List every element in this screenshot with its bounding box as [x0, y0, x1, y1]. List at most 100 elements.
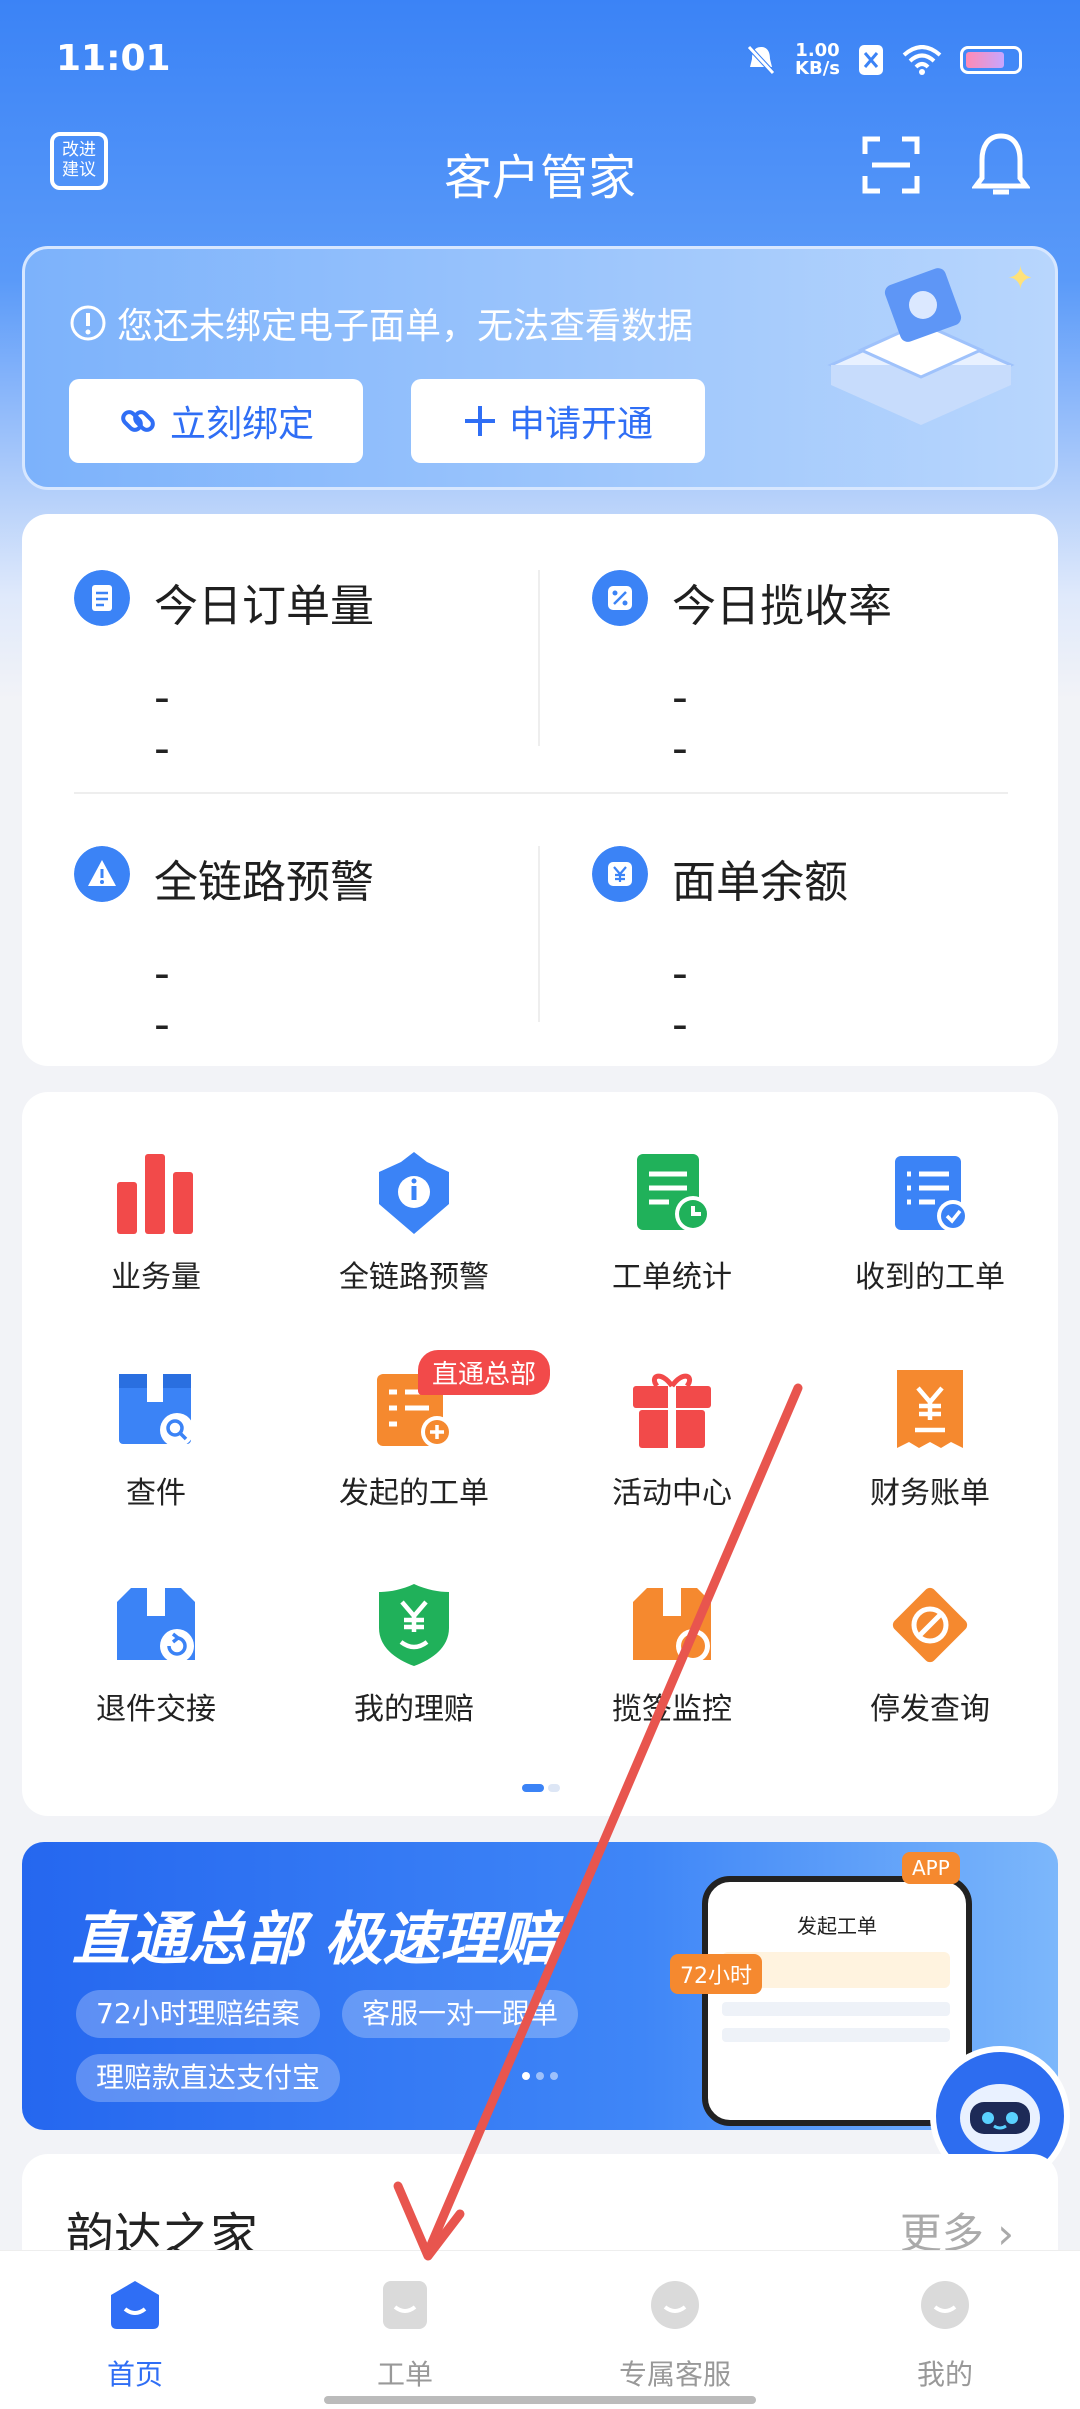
- hq-direct-badge: 直通总部: [418, 1350, 551, 1395]
- grid-label: 收到的工单: [855, 1260, 1005, 1295]
- package-search-icon: [119, 1374, 194, 1447]
- scan-icon[interactable]: [862, 136, 920, 194]
- sim-off-icon: [859, 45, 883, 75]
- tab-profile[interactable]: 我的: [845, 2277, 1045, 2393]
- document-icon: [74, 570, 130, 626]
- apply-open-button[interactable]: 申请开通: [411, 379, 705, 463]
- wifi-icon: [902, 45, 942, 75]
- gift-icon: [633, 1373, 711, 1448]
- tab-home[interactable]: 首页: [35, 2277, 235, 2393]
- mute-bell-icon: [747, 45, 775, 75]
- phone-mockup-title: 发起工单: [797, 1914, 877, 1938]
- grid-item-initiated-workorders[interactable]: 直通总部 发起的工单: [294, 1350, 551, 1564]
- tab-label: 首页: [106, 2358, 163, 2391]
- bind-now-label: 立刻绑定: [169, 404, 314, 445]
- grid-item-full-chain-alert[interactable]: 全链路预警: [294, 1148, 534, 1348]
- phone-mockup: 发起工单: [702, 1876, 972, 2126]
- yuan-icon: [592, 846, 648, 902]
- bind-waybill-card: 您还未绑定电子面单，无法查看数据 立刻绑定 申请开通 ✦: [22, 246, 1058, 490]
- phone-mockup-row: [722, 2028, 950, 2042]
- info-circle-icon: [70, 305, 106, 341]
- banner-pager: [522, 2072, 558, 2080]
- profile-icon: [921, 2281, 969, 2329]
- package-return-icon: [117, 1588, 195, 1663]
- plus-icon: [464, 406, 495, 436]
- tab-workorder[interactable]: 工单: [305, 2277, 505, 2393]
- grid-item-finance-bills[interactable]: 财务账单: [810, 1364, 1050, 1564]
- grid-item-workorder-stats[interactable]: 工单统计: [552, 1148, 792, 1348]
- status-bar: 11:01 1.00 KB/s: [0, 0, 1080, 120]
- banner-chip: 理赔款直达支付宝: [76, 2054, 341, 2102]
- grid-item-business-volume[interactable]: 业务量: [36, 1148, 276, 1348]
- home-indicator: [324, 2396, 756, 2404]
- clipboard-check-icon: [895, 1156, 969, 1232]
- bind-warning-text: 您还未绑定电子面单，无法查看数据: [117, 306, 694, 347]
- apply-open-label: 申请开通: [508, 404, 653, 445]
- grid-item-received-workorders[interactable]: 收到的工单: [810, 1148, 1050, 1348]
- tab-label: 我的: [916, 2358, 973, 2391]
- hours-tag: 72小时: [670, 1954, 762, 1994]
- home-icon: [111, 2281, 159, 2329]
- app-header: 改进 建议 客户管家: [0, 120, 1080, 220]
- stat-value: --: [672, 672, 694, 774]
- grid-item-activity-center[interactable]: 活动中心: [552, 1364, 792, 1564]
- stat-value: --: [154, 948, 176, 1050]
- notification-bell-icon[interactable]: [972, 130, 1030, 200]
- grid-item-my-claims[interactable]: 我的理赔: [294, 1580, 534, 1780]
- grid-label: 退件交接: [96, 1692, 216, 1727]
- divider: [538, 846, 540, 1022]
- tab-label: 工单: [376, 2358, 433, 2391]
- package-monitor-icon: [633, 1588, 711, 1663]
- grid-label: 查件: [126, 1476, 186, 1511]
- banner-title: 直通总部 极速理赔: [72, 1905, 557, 1973]
- stat-label: 面单余额: [672, 857, 848, 908]
- stat-label: 今日订单量: [154, 581, 374, 632]
- warning-icon: [74, 846, 130, 902]
- bind-now-button[interactable]: 立刻绑定: [69, 379, 363, 463]
- divider: [74, 792, 1008, 794]
- network-speed-unit: KB/s: [795, 58, 840, 79]
- status-time: 11:01: [56, 38, 171, 79]
- promo-banner[interactable]: 直通总部 极速理赔 72小时理赔结案 客服一对一跟单 理赔款直达支付宝 发起工单…: [22, 1842, 1058, 2130]
- tab-dedicated-service[interactable]: 专属客服: [575, 2277, 775, 2393]
- banner-chip: 72小时理赔结案: [76, 1990, 320, 2038]
- alert-shield-icon: [379, 1152, 449, 1234]
- percent-icon: [592, 570, 648, 626]
- grid-item-pickup-monitor[interactable]: 揽签监控: [552, 1580, 792, 1780]
- phone-mockup-row: [722, 2002, 950, 2016]
- bottom-tab-bar: 首页 工单 专属客服 我的: [0, 2250, 1080, 2409]
- link-icon: [121, 410, 155, 432]
- shield-yuan-icon: [379, 1584, 449, 1666]
- stat-label: 全链路预警: [154, 857, 374, 908]
- grid-label: 我的理赔: [354, 1692, 474, 1727]
- receipt-yuan-icon: [897, 1370, 963, 1448]
- svg-text:✦: ✦: [1007, 259, 1031, 297]
- grid-item-track-parcel[interactable]: 查件: [36, 1364, 276, 1564]
- grid-label: 停发查询: [870, 1692, 990, 1727]
- grid-item-return-handover[interactable]: 退件交接: [36, 1580, 276, 1780]
- grid-item-suspension-query[interactable]: 停发查询: [810, 1580, 1050, 1780]
- battery-icon: [960, 46, 1022, 74]
- banner-chip: 客服一对一跟单: [342, 1990, 579, 2038]
- divider: [538, 570, 540, 746]
- grid-label: 发起的工单: [339, 1476, 489, 1511]
- report-clock-icon: [637, 1154, 711, 1232]
- stats-card: 今日订单量 -- 今日揽收率 -- 全链路预警 -- 面单余额 --: [22, 514, 1058, 1066]
- waybill-illustration: ✦: [827, 259, 1031, 425]
- function-grid: 业务量 全链路预警 工单统计 收到的工单 查件 直通总部 发起的工单 活动中心 …: [22, 1092, 1058, 1816]
- stat-value: --: [672, 948, 694, 1050]
- stat-value: --: [154, 672, 176, 774]
- grid-label: 揽签监控: [612, 1692, 732, 1727]
- grid-label: 业务量: [111, 1260, 201, 1295]
- grid-label: 工单统计: [612, 1260, 732, 1295]
- stop-diamond-icon: [892, 1587, 968, 1663]
- grid-label: 全链路预警: [339, 1260, 489, 1295]
- stat-label: 今日揽收率: [672, 581, 892, 632]
- service-icon: [651, 2281, 699, 2329]
- tab-label: 专属客服: [618, 2358, 731, 2391]
- bind-warning: 您还未绑定电子面单，无法查看数据: [69, 297, 693, 349]
- status-icons: 1.00 KB/s: [745, 42, 1022, 78]
- app-tag: APP: [902, 1852, 960, 1884]
- page-indicator: [522, 1784, 560, 1792]
- network-speed: 1.00 KB/s: [795, 42, 840, 78]
